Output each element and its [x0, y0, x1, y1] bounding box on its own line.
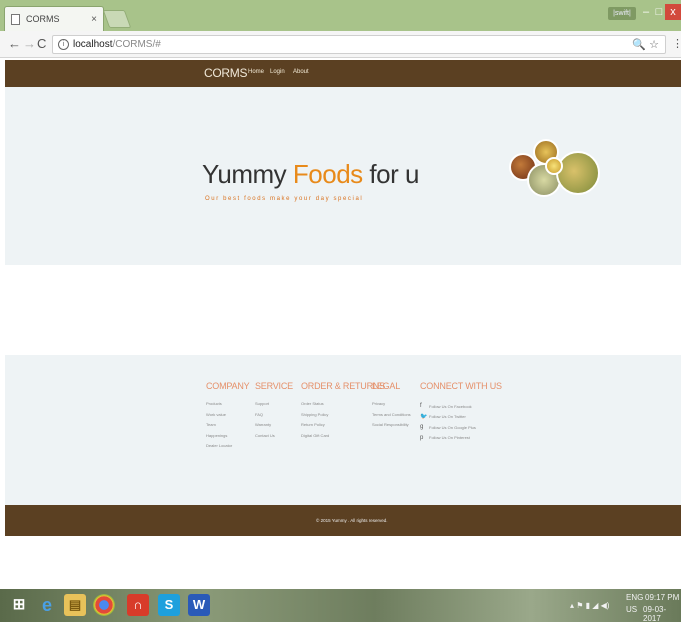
address-bar[interactable]: i localhost/CORMS/# 🔍 ☆ — [52, 35, 666, 54]
region-indicator: US — [626, 605, 638, 614]
google-plus-link[interactable]: g Follow Us On Google Plus — [420, 422, 502, 433]
footer-link[interactable]: Terms and Conditions — [372, 412, 411, 423]
footer-link[interactable]: Products — [206, 401, 249, 412]
nav-about-link[interactable]: About — [293, 69, 309, 75]
footer-link[interactable]: Digital Gift Card — [301, 433, 385, 444]
skype-icon[interactable]: S — [158, 594, 180, 616]
window-user-badge[interactable]: |swift| — [608, 7, 636, 20]
start-button-icon[interactable]: ⊞ — [8, 594, 30, 616]
footer-heading: SERVICE — [255, 381, 293, 391]
hero-title-pre: Yummy — [202, 159, 293, 189]
footer-link[interactable]: Social Responsibility — [372, 422, 411, 433]
facebook-icon: f — [420, 403, 422, 410]
twitter-link[interactable]: 🐦 Follow Us On Twitter — [420, 412, 502, 423]
footer-col-legal: LEGAL Privacy Terms and Conditions Socia… — [372, 381, 411, 433]
hero-title-accent: Foods — [292, 159, 363, 189]
copyright-text: © 2015 Yummy . All rights reserved. — [316, 518, 388, 523]
footer-col-connect: CONNECT WITH US f Follow Us On Facebook 🐦… — [420, 381, 502, 443]
internet-explorer-icon[interactable]: e — [36, 594, 58, 616]
url-path: /CORMS/# — [112, 39, 161, 50]
footer-col-service: SERVICE Support FAQ Warranty Contact Us — [255, 381, 293, 443]
tab-title: CORMS — [26, 14, 60, 24]
footer-heading: COMPANY — [206, 381, 250, 391]
facebook-link[interactable]: f Follow Us On Facebook — [420, 401, 502, 412]
footer-link-label: Follow Us On Twitter — [429, 414, 466, 420]
clock-time[interactable]: 09:17 PM — [645, 593, 679, 602]
copyright-bar: © 2015 Yummy . All rights reserved. — [5, 505, 681, 536]
forward-arrow-icon[interactable]: → — [23, 36, 36, 51]
word-icon[interactable]: W — [188, 594, 210, 616]
chrome-icon[interactable] — [93, 594, 115, 616]
footer-link[interactable]: Warranty — [255, 422, 293, 433]
clock-date[interactable]: 09-03-2017 — [643, 605, 681, 622]
zoom-and-bookmark-icons[interactable]: 🔍 ☆ — [632, 38, 659, 51]
nav-home-link[interactable]: Home — [248, 69, 264, 75]
hero-title: Yummy Foods for u — [202, 159, 419, 190]
footer-heading: CONNECT WITH US — [420, 381, 502, 391]
maximize-button[interactable]: □ — [652, 4, 666, 20]
footer-heading: LEGAL — [372, 381, 401, 391]
back-arrow-icon[interactable]: ← — [8, 36, 21, 51]
food-image-5 — [545, 157, 563, 175]
windows-taskbar: ⊞ e ▤ ∩ S W ▴ ⚑ ▮ ◢ ◀) ENG US 09:17 PM 0… — [0, 589, 681, 622]
site-brand[interactable]: CORMS — [204, 66, 247, 80]
footer-link[interactable]: Privacy — [372, 401, 411, 412]
url-text[interactable]: localhost/CORMS/# — [73, 39, 161, 50]
browser-titlebar: CORMS × |swift| – □ x — [0, 0, 681, 31]
address-toolbar: ← → C i localhost/CORMS/# 🔍 ☆ ⋮ — [0, 31, 681, 58]
footer-link-label: Follow Us On Google Plus — [429, 424, 476, 430]
footer-col-company: COMPANY Products Work value Team Happeni… — [206, 381, 250, 454]
footer-link[interactable]: FAQ — [255, 412, 293, 423]
footer-link[interactable]: Dealer Locator — [206, 443, 249, 454]
google-plus-icon: g — [420, 424, 424, 431]
site-footer: COMPANY Products Work value Team Happeni… — [5, 355, 681, 505]
browser-menu-icon[interactable]: ⋮ — [672, 37, 681, 50]
food-image-4 — [556, 151, 600, 195]
content-area — [5, 265, 681, 355]
hero-title-post: for u — [362, 159, 419, 189]
footer-link[interactable]: Happenings — [206, 433, 249, 444]
browser-tab[interactable]: CORMS × — [4, 6, 104, 31]
page-icon — [11, 13, 20, 25]
footer-link[interactable]: Support — [255, 401, 293, 412]
footer-link[interactable]: Contact Us — [255, 433, 293, 444]
close-window-button[interactable]: x — [665, 4, 681, 20]
pinterest-icon: p — [420, 434, 424, 441]
media-player-icon[interactable]: ∩ — [127, 594, 149, 616]
nav-login-link[interactable]: Login — [270, 69, 285, 75]
footer-link-label: Follow Us On Facebook — [429, 403, 472, 409]
pinterest-link[interactable]: p Follow Us On Pinterest — [420, 433, 502, 444]
file-explorer-icon[interactable]: ▤ — [64, 594, 86, 616]
hero-banner: Yummy Foods for u Our best foods make yo… — [5, 87, 681, 265]
twitter-icon: 🐦 — [420, 414, 428, 421]
language-indicator[interactable]: ENG — [626, 593, 643, 602]
site-navbar: CORMS Home Login About — [5, 60, 681, 87]
screen: CORMS × |swift| – □ x ← → C i localhost/… — [0, 0, 681, 622]
tray-icons[interactable]: ▴ ⚑ ▮ ◢ ◀) — [570, 601, 609, 610]
minimize-button[interactable]: – — [639, 4, 653, 20]
tab-close-icon[interactable]: × — [91, 14, 97, 25]
footer-link-label: Follow Us On Pinterest — [429, 435, 470, 441]
reload-icon[interactable]: C — [37, 36, 46, 51]
url-host: localhost — [73, 39, 113, 50]
footer-link[interactable]: Team — [206, 422, 249, 433]
footer-link[interactable]: Work value — [206, 412, 249, 423]
new-tab-button[interactable] — [102, 10, 132, 28]
hero-tagline: Our best foods make your day special — [205, 196, 364, 202]
info-icon[interactable]: i — [58, 39, 69, 50]
